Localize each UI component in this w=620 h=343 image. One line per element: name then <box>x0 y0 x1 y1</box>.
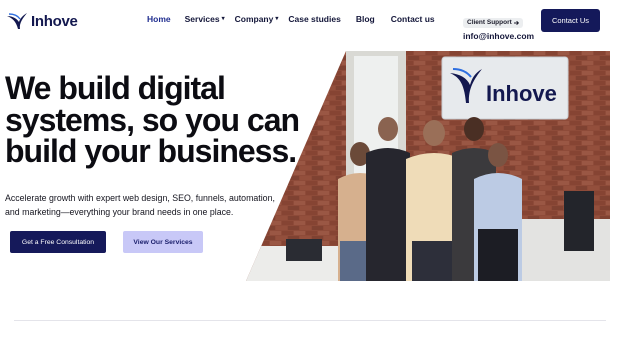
section-divider <box>14 320 606 321</box>
client-support-label: Client Support <box>467 19 512 26</box>
team-photo: Inhove <box>246 51 610 281</box>
arrow-right-icon: ➔ <box>513 19 520 27</box>
nav-company[interactable]: Company ▾ <box>235 14 279 24</box>
nav-blog[interactable]: Blog <box>356 14 375 24</box>
nav-company-label: Company <box>234 14 274 24</box>
main-nav: Home Services ▾ Company ▾ Case studies Blo… <box>147 14 435 24</box>
nav-case-studies[interactable]: Case studies <box>288 14 340 24</box>
wall-sign-text: Inhove <box>486 81 557 106</box>
chevron-down-icon: ▾ <box>275 16 279 22</box>
nav-home-label: Home <box>147 14 171 24</box>
brand-logo[interactable]: Inhove <box>6 10 78 32</box>
brand-name: Inhove <box>31 12 78 30</box>
nav-services[interactable]: Services ▾ <box>185 14 225 24</box>
nav-blog-label: Blog <box>355 14 375 24</box>
hero-subtitle: Accelerate growth with expert web design… <box>5 191 285 219</box>
site-header: Inhove Home Services ▾ Company ▾ Case stud… <box>0 0 620 42</box>
logo-mark-icon <box>7 13 27 29</box>
nav-services-label: Services <box>184 14 220 24</box>
get-free-consultation-button[interactable]: Get a Free Consultation <box>10 231 106 253</box>
chevron-down-icon: ▾ <box>221 16 225 22</box>
contact-us-button[interactable]: Contact Us <box>541 9 600 32</box>
client-support-badge[interactable]: Client Support ➔ <box>463 17 524 28</box>
hero-subtitle-line: Accelerate growth with expert web design… <box>5 193 275 203</box>
support-email-link[interactable]: info@inhove.com <box>463 31 534 41</box>
nav-contact-us-label: Contact us <box>390 14 435 24</box>
hero-subtitle-line: and marketing—everything your brand need… <box>5 207 234 217</box>
nav-case-studies-label: Case studies <box>288 14 341 24</box>
view-services-button[interactable]: View Our Services <box>123 231 203 253</box>
nav-home[interactable]: Home <box>147 14 171 24</box>
client-support: Client Support ➔ info@inhove.com <box>463 11 534 41</box>
nav-contact-us[interactable]: Contact us <box>391 14 435 24</box>
